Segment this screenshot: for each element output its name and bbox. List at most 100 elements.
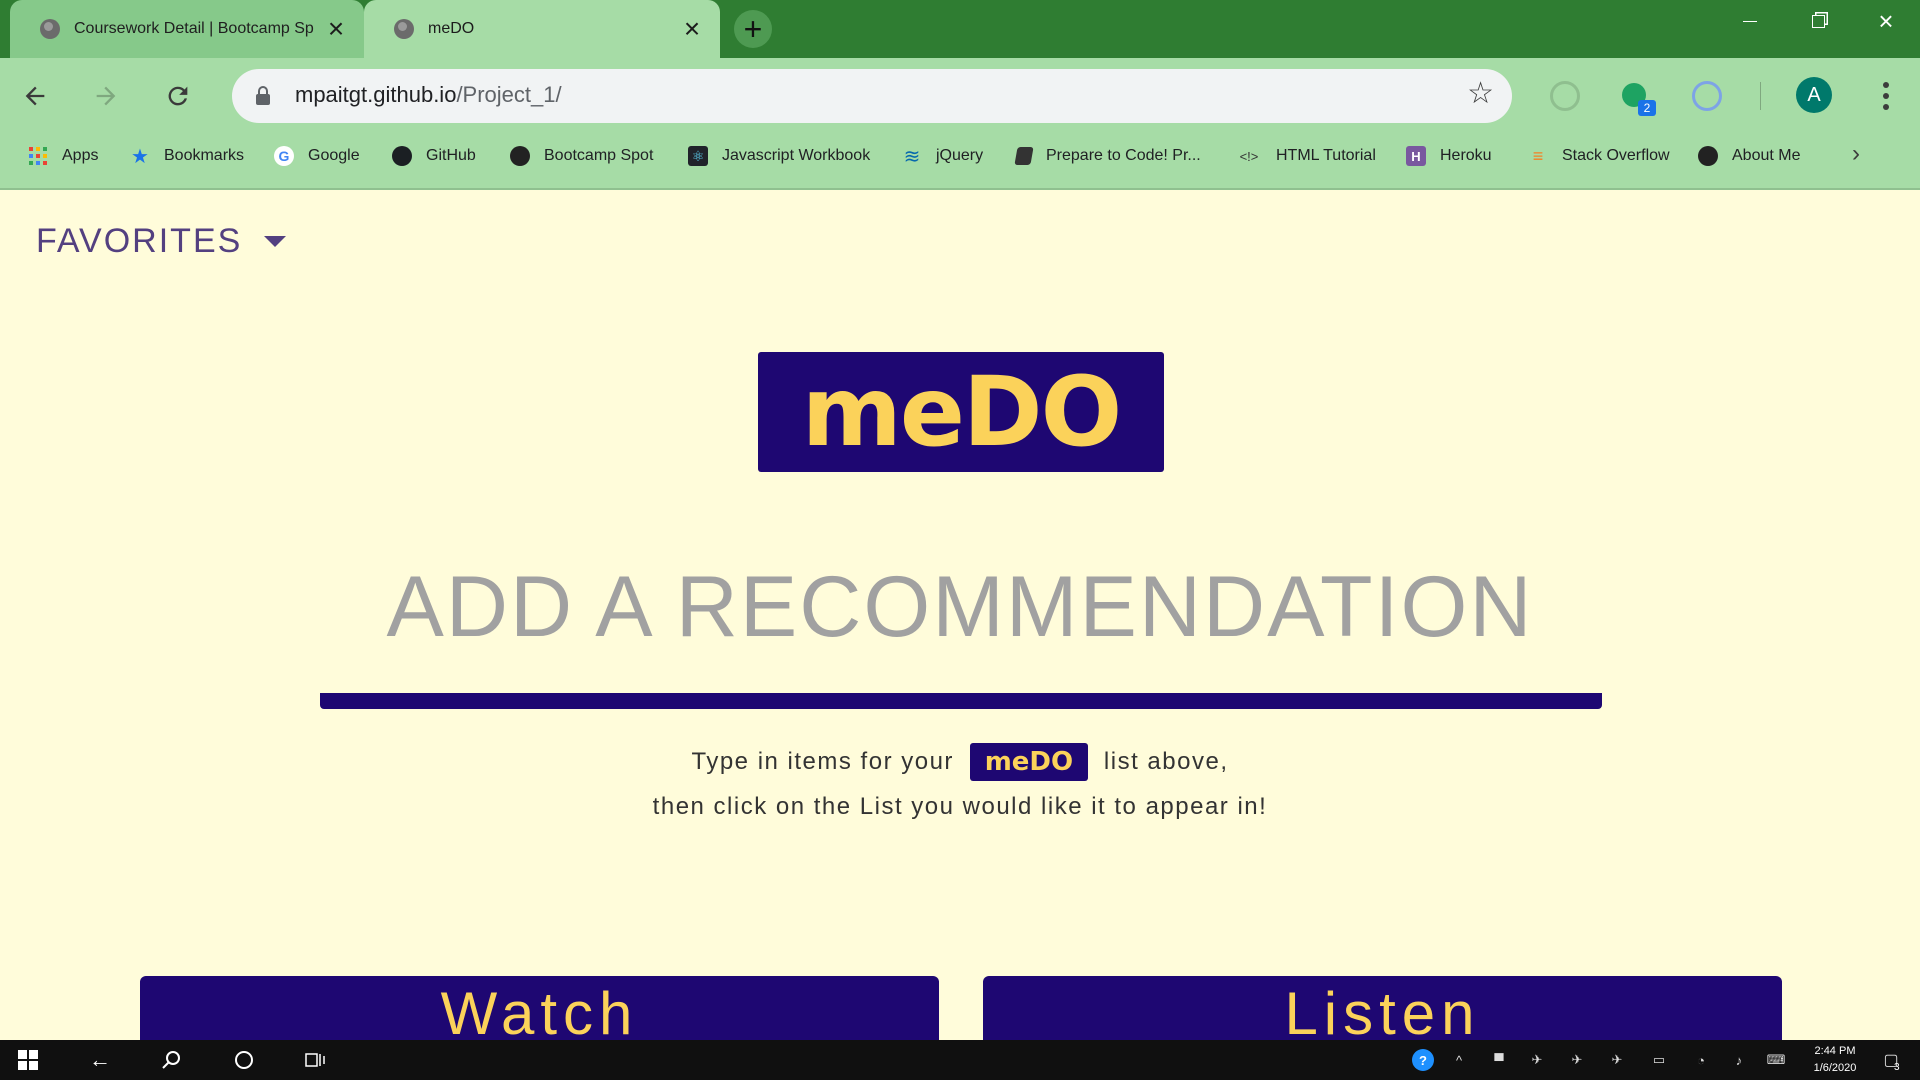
profile-avatar[interactable]: A	[1796, 77, 1832, 113]
task-view-icon[interactable]	[288, 1040, 344, 1080]
logo-text: meDO	[801, 356, 1122, 468]
bookmark-jquery[interactable]: ≋ jQuery	[902, 134, 984, 178]
toolbar-separator	[1760, 82, 1761, 110]
instruction-line-1: Type in items for your meDO list above,	[0, 743, 1920, 781]
chevron-up-icon[interactable]: ^	[1450, 1052, 1468, 1068]
stackoverflow-icon: ≡	[1532, 145, 1544, 166]
taskbar-clock[interactable]: 2:44 PM 1/6/2020	[1800, 1043, 1870, 1077]
bookmark-label: Javascript Workbook	[722, 147, 871, 164]
bookmark-javascript-workbook[interactable]: ⚛ Javascript Workbook	[688, 134, 870, 178]
apps-grid-icon	[28, 146, 48, 166]
bookmarks-bar: Apps ★ Bookmarks G Google GitHub Bootcam…	[0, 134, 1920, 178]
page-heading: ADD A RECOMMENDATION	[386, 559, 1534, 655]
bookmark-prepare-to-code[interactable]: Prepare to Code! Pr...	[1014, 134, 1201, 178]
heading-underline	[320, 693, 1602, 709]
bookmark-label: Stack Overflow	[1562, 147, 1670, 164]
bookmark-heroku[interactable]: H Heroku	[1406, 134, 1492, 178]
bookmark-label: About Me	[1732, 147, 1801, 164]
bookmark-label: Google	[308, 147, 360, 164]
favorites-label: FAVORITES	[36, 222, 243, 260]
keyboard-icon[interactable]: ⌨	[1764, 1052, 1788, 1068]
bookmark-label: Bookmarks	[164, 147, 245, 164]
github-icon	[392, 146, 412, 166]
star-icon: ★	[131, 145, 149, 168]
globe-icon	[40, 19, 60, 39]
bookmark-bookmarks[interactable]: ★ Bookmarks	[130, 134, 244, 178]
favorites-dropdown[interactable]: FAVORITES	[36, 222, 287, 261]
bookmark-label: GitHub	[426, 147, 476, 164]
bookmark-label: Heroku	[1440, 147, 1492, 164]
instruction-before: Type in items for your	[691, 748, 954, 775]
taskbar-back-icon[interactable]: ←	[72, 1040, 128, 1080]
menu-kebab-icon[interactable]	[1876, 78, 1896, 114]
bookmark-stack-overflow[interactable]: ≡ Stack Overflow	[1528, 134, 1670, 178]
bookmark-label: HTML Tutorial	[1276, 147, 1376, 164]
reload-icon[interactable]	[160, 78, 196, 114]
code-icon: <!>	[1239, 148, 1259, 164]
bookmark-about-me[interactable]: About Me	[1698, 134, 1800, 178]
tray-app-icon[interactable]: ✈	[1528, 1052, 1546, 1068]
close-tab-icon[interactable]: ×	[322, 15, 350, 43]
help-icon[interactable]: ?	[1412, 1049, 1434, 1071]
tab-coursework-detail[interactable]: Coursework Detail | Bootcamp Sp ×	[10, 0, 364, 58]
url-text[interactable]: mpaitgt.github.io/Project_1/	[295, 82, 562, 108]
bookmark-star-icon[interactable]: ☆	[1467, 79, 1494, 109]
bookmark-google[interactable]: G Google	[274, 134, 360, 178]
bookmark-github[interactable]: GitHub	[392, 134, 476, 178]
bookmark-label: Apps	[62, 147, 99, 164]
mini-logo-text: meDO	[984, 747, 1074, 777]
tray-app-icon[interactable]: ▀	[1490, 1052, 1508, 1068]
list-card-listen[interactable]: Listen	[983, 976, 1782, 1044]
bookmark-apps[interactable]: Apps	[28, 134, 98, 178]
bootcamp-icon	[1698, 146, 1718, 166]
browser-title-bar: Coursework Detail | Bootcamp Sp × meDO ×…	[0, 0, 1920, 58]
new-tab-button[interactable]: +	[734, 10, 772, 48]
address-bar[interactable]: mpaitgt.github.io/Project_1/ ☆	[232, 69, 1512, 123]
lock-icon[interactable]	[256, 86, 270, 106]
wifi-icon[interactable]: ◔	[1692, 1052, 1710, 1068]
close-window-icon[interactable]: ×	[1852, 0, 1920, 42]
heroku-icon: H	[1406, 146, 1426, 166]
browser-toolbar: mpaitgt.github.io/Project_1/ ☆ 2 A	[0, 58, 1920, 134]
windows-taskbar: ← ? ^ ▀ ✈ ✈ ✈ ▭ ◔ ♪ ⌨ 2:44 PM 1/6/2020 ▢…	[0, 1040, 1920, 1080]
close-tab-icon[interactable]: ×	[678, 15, 706, 43]
card-title: Listen	[1284, 980, 1481, 1047]
mini-logo: meDO	[969, 743, 1088, 781]
list-card-watch[interactable]: Watch	[140, 976, 939, 1044]
notification-count: 3	[1894, 1062, 1900, 1073]
bookmark-label: Bootcamp Spot	[544, 147, 654, 164]
url-host: mpaitgt.github.io	[295, 82, 457, 107]
tray-app-icon[interactable]: ✈	[1608, 1052, 1626, 1068]
extension-icon[interactable]	[1550, 81, 1580, 111]
tray-app-icon[interactable]: ✈	[1568, 1052, 1586, 1068]
forward-icon[interactable]	[88, 78, 124, 114]
restore-icon[interactable]	[1784, 0, 1852, 42]
url-path: /Project_1/	[456, 82, 562, 107]
tab-title: Coursework Detail | Bootcamp Sp	[74, 20, 314, 37]
bootcamp-icon	[510, 146, 530, 166]
jquery-icon: ≋	[903, 145, 921, 168]
cortana-icon[interactable]	[216, 1040, 272, 1080]
windows-start-icon[interactable]	[0, 1040, 56, 1080]
toolbar-bottom-strip	[0, 178, 1920, 190]
tab-title: meDO	[428, 20, 475, 37]
minimize-icon[interactable]	[1716, 0, 1784, 42]
extension-sync-icon[interactable]	[1692, 81, 1722, 111]
bookmark-bootcamp-spot[interactable]: Bootcamp Spot	[510, 134, 653, 178]
book-icon	[1014, 147, 1034, 165]
back-icon[interactable]	[17, 78, 53, 114]
search-icon[interactable]	[144, 1040, 200, 1080]
card-title: Watch	[440, 980, 639, 1047]
tab-medo[interactable]: meDO ×	[364, 0, 720, 58]
globe-icon	[394, 19, 414, 39]
bookmark-html-tutorial[interactable]: <!> HTML Tutorial	[1236, 134, 1376, 178]
volume-icon[interactable]: ♪	[1730, 1052, 1748, 1068]
chevron-right-icon[interactable]: ›	[1852, 140, 1860, 168]
caret-down-icon	[264, 236, 287, 247]
instruction-after: list above,	[1103, 748, 1229, 775]
google-icon: G	[274, 146, 294, 166]
battery-icon[interactable]: ▭	[1650, 1052, 1668, 1068]
clock-time: 2:44 PM	[1814, 1045, 1856, 1057]
react-icon: ⚛	[688, 146, 708, 166]
medo-logo: meDO	[758, 352, 1164, 472]
